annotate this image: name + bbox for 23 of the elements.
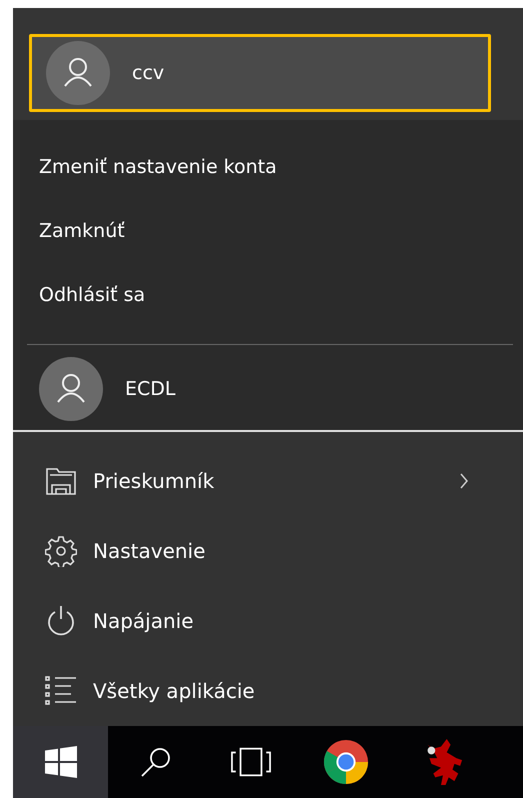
menu-item[interactable]: Všetky aplikácie xyxy=(93,679,255,703)
user-name: ECDL xyxy=(125,378,176,400)
start-button[interactable] xyxy=(13,726,108,798)
current-user-item[interactable]: ccv xyxy=(29,34,491,112)
user-avatar-icon xyxy=(39,357,103,421)
folder-icon xyxy=(45,465,77,497)
windows-logo-icon xyxy=(44,746,76,778)
account-menu-item[interactable]: Odhlásiť sa xyxy=(13,278,146,342)
other-user-item[interactable]: ECDL xyxy=(13,345,176,421)
user-avatar-icon xyxy=(46,41,110,105)
menu-item[interactable]: Nastavenie xyxy=(93,539,206,563)
account-menu-item[interactable]: Zmeniť nastavenie konta xyxy=(13,150,277,214)
account-menu-item[interactable]: Zamknúť xyxy=(13,214,125,278)
menu-item[interactable]: Napájanie xyxy=(93,609,194,633)
search-icon xyxy=(140,746,172,778)
user-name: ccv xyxy=(132,62,164,84)
task-view-icon xyxy=(230,746,270,778)
settings-icon xyxy=(45,535,77,567)
menu-item[interactable]: Prieskumník xyxy=(93,469,214,493)
list-icon xyxy=(45,675,77,707)
browser-icon xyxy=(322,739,368,785)
chevron-icon xyxy=(459,473,469,489)
power-icon xyxy=(45,605,77,637)
